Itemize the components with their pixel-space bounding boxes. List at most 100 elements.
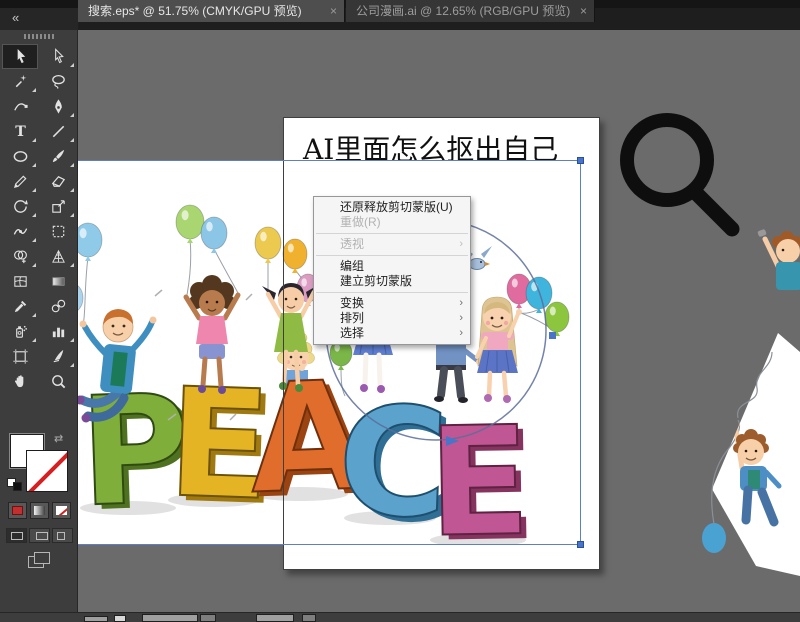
status-small-box[interactable]: [84, 616, 108, 622]
draw-normal-mode-button[interactable]: [6, 528, 27, 543]
rotate-tool[interactable]: [2, 194, 38, 219]
menu-item-redo[interactable]: 重做(R): [314, 215, 470, 230]
tab-document-1[interactable]: 搜索.eps* @ 51.75% (CMYK/GPU 预览) ×: [78, 0, 345, 22]
default-fill-stroke-icon[interactable]: [7, 478, 23, 491]
paintbrush-tool[interactable]: [40, 144, 76, 169]
flyout-indicator: [70, 263, 74, 267]
slice-icon: [53, 349, 63, 363]
menu-item-select[interactable]: 选择 ›: [314, 326, 470, 341]
selection-edge-top[interactable]: [78, 160, 580, 161]
flyout-indicator: [70, 138, 74, 142]
flyout-indicator: [32, 263, 36, 267]
shape-builder-icon: [13, 250, 27, 264]
menu-item-perspective[interactable]: 透视 ›: [314, 237, 470, 252]
shape-builder-tool[interactable]: [2, 244, 38, 269]
tab-document-2[interactable]: 公司漫画.ai @ 12.65% (RGB/GPU 预览) ×: [346, 0, 595, 22]
slice-tool[interactable]: [40, 344, 76, 369]
menu-item-label: 透视: [340, 237, 365, 251]
panel-collapse-header[interactable]: «: [0, 8, 78, 30]
width-tool[interactable]: [2, 219, 38, 244]
close-tab-icon[interactable]: ×: [580, 0, 587, 22]
selection-edge-bottom[interactable]: [78, 544, 581, 545]
tab-label: 搜索.eps* @ 51.75% (CMYK/GPU 预览): [88, 4, 302, 18]
zoom-icon: [51, 375, 65, 389]
flyout-indicator: [32, 213, 36, 217]
zoom-dropdown-button[interactable]: [200, 614, 216, 622]
menu-item-group[interactable]: 编组: [314, 259, 470, 274]
none-slash: [28, 451, 67, 491]
menu-item-transform[interactable]: 变换 ›: [314, 296, 470, 311]
zoom-tool[interactable]: [40, 369, 76, 394]
pencil-tool[interactable]: [2, 169, 38, 194]
collapse-panel-icon[interactable]: «: [12, 10, 19, 25]
selection-tool[interactable]: [2, 44, 38, 69]
flyout-indicator: [32, 88, 36, 92]
hand-tool[interactable]: [2, 369, 38, 394]
selection-handle-top-right[interactable]: [577, 157, 584, 164]
direct-selection-tool[interactable]: [40, 44, 76, 69]
gradient-icon: [51, 277, 65, 286]
line-segment-icon: [52, 125, 64, 138]
menu-item-label: 还原释放剪切蒙版(U): [340, 200, 453, 214]
panel-grip[interactable]: [24, 34, 54, 39]
menu-item-label: 选择: [340, 326, 365, 340]
type-tool[interactable]: T: [2, 119, 38, 144]
pen-icon: [54, 99, 62, 114]
stroke-swatch[interactable]: [26, 450, 68, 492]
eyedropper-icon: [14, 300, 26, 313]
color-button[interactable]: [8, 502, 27, 519]
flyout-indicator: [32, 338, 36, 342]
eyedropper-tool[interactable]: [2, 294, 38, 319]
screen-mode-button[interactable]: [28, 552, 52, 570]
artboard-title-text: AI里面怎么抠出自己: [303, 133, 559, 166]
draw-behind-mode-button[interactable]: [29, 528, 50, 543]
symbol-sprayer-tool[interactable]: [2, 319, 38, 344]
zoom-level-box[interactable]: [142, 614, 198, 622]
curvature-tool[interactable]: [2, 94, 38, 119]
perspective-grid-tool[interactable]: [40, 244, 76, 269]
flyout-indicator: [32, 313, 36, 317]
submenu-arrow-icon: ›: [459, 297, 463, 309]
draw-inside-mode-button[interactable]: [52, 528, 73, 543]
selection-icon: [17, 48, 25, 64]
gradient-tool[interactable]: [40, 269, 76, 294]
lasso-tool[interactable]: [40, 69, 76, 94]
swap-fill-stroke-icon[interactable]: ⇄: [54, 432, 70, 446]
eraser-icon: [51, 176, 65, 187]
free-transform-tool[interactable]: [40, 219, 76, 244]
close-tab-icon[interactable]: ×: [330, 0, 337, 22]
scale-tool[interactable]: [40, 194, 76, 219]
lasso-icon: [51, 74, 65, 89]
menu-item-restore-release-clipping-mask[interactable]: 还原释放剪切蒙版(U): [314, 200, 470, 215]
mesh-tool[interactable]: [2, 269, 38, 294]
column-graph-tool[interactable]: [40, 319, 76, 344]
type-icon: T: [15, 124, 26, 140]
pen-tool[interactable]: [40, 94, 76, 119]
blend-tool[interactable]: [40, 294, 76, 319]
line-segment-tool[interactable]: [40, 119, 76, 144]
menu-item-label: 排列: [340, 311, 365, 325]
ellipse-tool[interactable]: [2, 144, 38, 169]
selection-edge-right[interactable]: [580, 160, 581, 544]
flyout-indicator: [32, 238, 36, 242]
eraser-tool[interactable]: [40, 169, 76, 194]
menu-separator: [316, 233, 468, 234]
menu-item-make-clipping-mask[interactable]: 建立剪切蒙版: [314, 274, 470, 289]
gradient-button[interactable]: [30, 502, 49, 519]
menu-item-label: 重做(R): [340, 215, 381, 229]
magic-wand-tool[interactable]: [2, 69, 38, 94]
artboard-nav-box[interactable]: [256, 614, 294, 622]
menu-item-label: 变换: [340, 296, 365, 310]
artboard-tool[interactable]: [2, 344, 38, 369]
selection-handle-bottom-right[interactable]: [577, 541, 584, 548]
rotate-icon: [13, 199, 28, 213]
artboard-nav-dropdown[interactable]: [302, 614, 316, 622]
flyout-indicator: [70, 113, 74, 117]
none-button[interactable]: [52, 502, 71, 519]
symbol-sprayer-icon: [15, 325, 27, 338]
free-transform-icon: [52, 225, 64, 238]
flyout-indicator: [70, 188, 74, 192]
menu-item-arrange[interactable]: 排列 ›: [314, 311, 470, 326]
paintbrush-icon: [52, 149, 64, 163]
ellipse-icon: [13, 151, 27, 162]
